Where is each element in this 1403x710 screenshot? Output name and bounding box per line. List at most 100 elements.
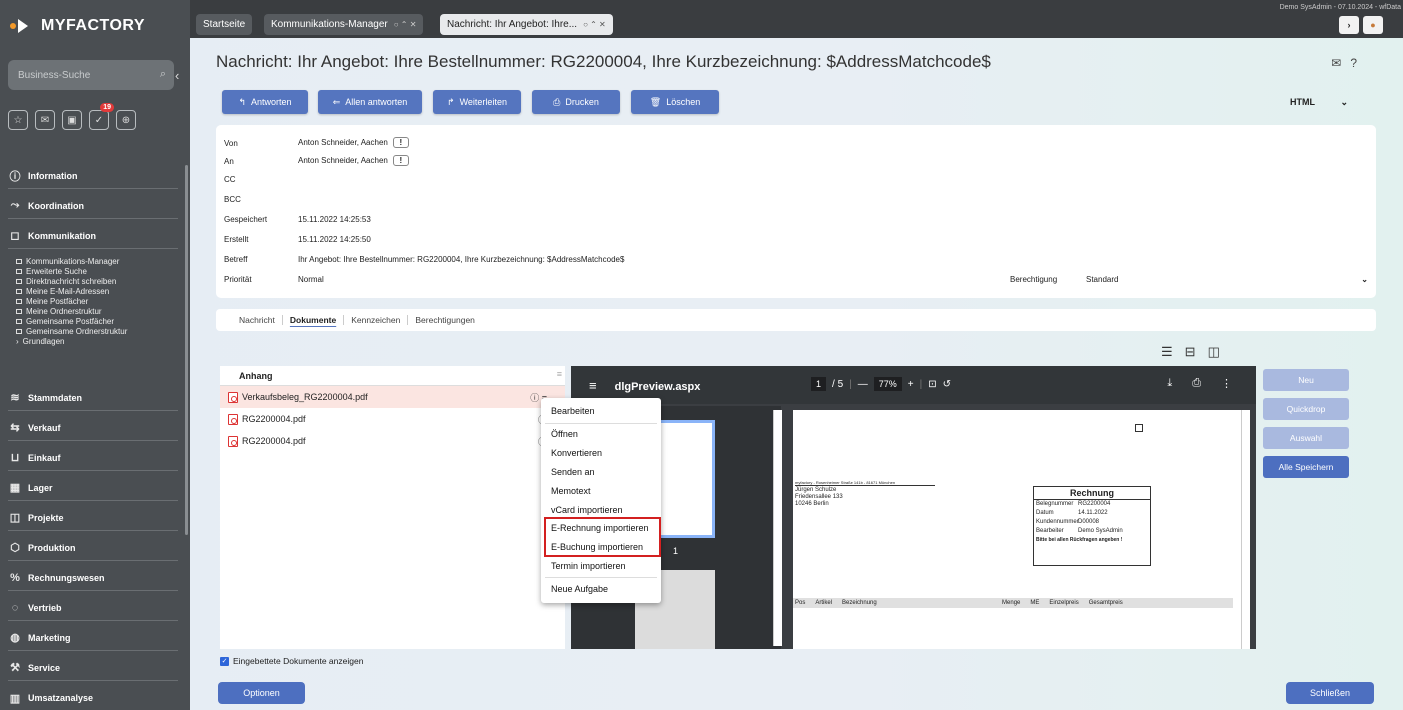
an-value[interactable]: Anton Schneider, Aachen (298, 156, 388, 165)
subgroup-grundlagen[interactable]: › Grundlagen (16, 336, 181, 346)
berechtigung-select[interactable]: Standard ⌄ (1086, 272, 1368, 286)
nav-umsatzanalyse[interactable]: ▥ Umsatzanalyse (8, 685, 178, 710)
thumbnail-scrollbar[interactable] (773, 410, 782, 646)
row-key: Kundennummer (1036, 519, 1079, 525)
user-info: Demo SysAdmin - 07.10.2024 - wfData (1279, 4, 1401, 11)
split-horizontal-icon[interactable]: ⊟ (1185, 344, 1196, 360)
subitem[interactable]: Gemeinsame Postfächer (16, 316, 181, 326)
nav-marketing[interactable]: ◍ Marketing (8, 625, 178, 651)
erstellt-value: 15.11.2022 14:25:50 (298, 235, 371, 244)
split-vertical-icon[interactable]: ◫ (1208, 344, 1220, 360)
checkbox-checked-icon[interactable]: ✓ (220, 656, 229, 666)
nav-rechnungswesen[interactable]: % Rechnungswesen (8, 565, 178, 591)
forward-button[interactable]: ↱ Weiterleiten (433, 90, 521, 114)
zoom-in-icon[interactable]: + (908, 379, 914, 390)
nav-projekte[interactable]: ◫ Projekte (8, 505, 178, 531)
nav-produktion[interactable]: ⬡ Produktion (8, 535, 178, 561)
nav-einkauf[interactable]: ⊔ Einkauf (8, 445, 178, 471)
menu-item-vcard-importieren[interactable]: vCard importieren (551, 505, 623, 515)
delete-button[interactable]: 🗑 Löschen (631, 90, 719, 114)
new-button[interactable]: Neu (1263, 369, 1349, 391)
exclamation-button[interactable]: ! (392, 137, 409, 148)
tab-controls-icon[interactable]: ○ ⌃ ✕ (583, 20, 606, 29)
format-select[interactable]: HTML ⌄ (1290, 94, 1348, 110)
tab-berechtigungen[interactable]: Berechtigungen (408, 315, 482, 325)
zoom-input[interactable]: 77% (873, 377, 902, 391)
list-view-icon[interactable]: ☰ (1161, 344, 1173, 360)
tab-dokumente[interactable]: Dokumente (283, 315, 345, 325)
tab-kommunikations-manager[interactable]: Kommunikations-Manager ○ ⌃ ✕ (264, 14, 424, 35)
column-menu-icon[interactable]: ≡ (557, 369, 562, 379)
tab-startseite[interactable]: Startseite (196, 14, 253, 35)
print-icon[interactable]: ⎙ (1192, 377, 1201, 390)
chevron-down-icon: ⌄ (1340, 96, 1348, 107)
menu-item-neue-aufgabe[interactable]: Neue Aufgabe (551, 584, 608, 594)
nav-stammdaten[interactable]: ≋ Stammdaten (8, 385, 178, 411)
mail-icon[interactable]: ✉ (35, 110, 55, 130)
user-avatar-icon[interactable]: ● (1363, 16, 1383, 34)
options-button[interactable]: Optionen (218, 682, 305, 704)
menu-item-senden-an[interactable]: Senden an (551, 467, 595, 477)
tab-nachricht[interactable]: Nachricht (232, 315, 283, 325)
menu-item-konvertieren[interactable]: Konvertieren (551, 448, 602, 458)
nav-vertrieb[interactable]: ◌ Vertrieb (8, 595, 178, 621)
subitem[interactable]: Gemeinsame Ordnerstruktur (16, 326, 181, 336)
embedded-docs-checkbox[interactable]: ✓ Eingebettete Dokumente anzeigen (220, 656, 363, 666)
nav-label: Projekte (28, 512, 64, 523)
hamburger-icon[interactable]: ≡ (589, 378, 597, 393)
message-header-card: Von Anton Schneider, Aachen! An Anton Sc… (216, 125, 1376, 298)
folder-icon (16, 308, 22, 314)
collapse-sidebar-icon[interactable]: ‹ (175, 68, 179, 83)
subitem[interactable]: Meine Ordnerstruktur (16, 306, 181, 316)
rotate-icon[interactable]: ↺ (943, 379, 951, 390)
tab-kennzeichen[interactable]: Kennzeichen (344, 315, 409, 325)
calendar-icon[interactable]: ▣ (62, 110, 82, 130)
save-all-button[interactable]: Alle Speichern (1263, 456, 1349, 478)
sidebar-scrollbar[interactable] (185, 165, 188, 535)
subitem[interactable]: Direktnachricht schreiben (16, 277, 181, 287)
tab-nachricht[interactable]: Nachricht: Ihr Angebot: Ihre... ○ ⌃ ✕ (440, 14, 613, 35)
tab-controls-icon[interactable]: ○ ⌃ ✕ (394, 20, 417, 29)
add-icon[interactable]: ⊕ (116, 110, 136, 130)
nav-verkauf[interactable]: ⇆ Verkauf (8, 415, 178, 441)
page-scrollbar[interactable] (1241, 410, 1250, 649)
quickdrop-button[interactable]: Quickdrop (1263, 398, 1349, 420)
more-icon[interactable]: ⋮ (1221, 377, 1232, 390)
mail-icon[interactable]: ✉ (1331, 56, 1341, 70)
subitem[interactable]: Meine Postfächer (16, 297, 181, 307)
menu-item-memotext[interactable]: Memotext (551, 486, 591, 496)
list-item[interactable]: RG2200004.pdfⓘ (220, 408, 565, 430)
close-button[interactable]: Schließen (1286, 682, 1374, 704)
reply-all-button[interactable]: ⇐ Allen antworten (318, 90, 422, 114)
myfactory-icon[interactable]: › (1339, 16, 1359, 34)
menu-item-bearbeiten[interactable]: Bearbeiten (551, 406, 595, 416)
nav-service[interactable]: ⚒ Service (8, 655, 178, 681)
favorites-icon[interactable]: ☆ (8, 110, 28, 130)
tasks-icon[interactable]: ✓ 19 (89, 103, 114, 130)
subitem[interactable]: Meine E-Mail-Adressen (16, 287, 181, 297)
page-input[interactable]: 1 (811, 377, 827, 391)
selection-button[interactable]: Auswahl (1263, 427, 1349, 449)
prioritaet-value[interactable]: Normal (298, 275, 324, 284)
business-search-input[interactable]: Business-Suche ⌕ (8, 60, 174, 90)
fit-page-icon[interactable]: ⊡ (928, 379, 936, 390)
menu-item-termin-importieren[interactable]: Termin importieren (551, 561, 626, 571)
download-icon[interactable]: ⤓ (1167, 377, 1172, 390)
nav-lager[interactable]: ▦ Lager (8, 475, 178, 501)
list-item[interactable]: RG2200004.pdfⓘ (220, 430, 565, 452)
nav-information[interactable]: ⓘ Information (8, 163, 178, 189)
logo[interactable]: MYFACTORY (10, 13, 145, 39)
zoom-out-icon[interactable]: — (858, 379, 868, 390)
nav-koordination[interactable]: ⤳ Koordination (8, 193, 178, 219)
subitem[interactable]: Erweiterte Suche (16, 267, 181, 277)
print-button[interactable]: ⎙ Drucken (532, 90, 620, 114)
exclamation-button[interactable]: ! (392, 155, 409, 166)
recipient-address: Jürgen Schulze Friedensallee 133 10246 B… (795, 487, 843, 508)
subitem[interactable]: Kommunikations-Manager (16, 257, 181, 267)
menu-item-oeffnen[interactable]: Öffnen (551, 429, 578, 439)
von-value[interactable]: Anton Schneider, Aachen (298, 138, 388, 147)
reply-button[interactable]: ↰ Antworten (222, 90, 308, 114)
list-item[interactable]: Verkaufsbeleg_RG2200004.pdf ⓘ ≡ (220, 386, 565, 408)
help-icon[interactable]: ? (1350, 56, 1357, 70)
nav-kommunikation[interactable]: ◻ Kommunikation (8, 223, 178, 249)
